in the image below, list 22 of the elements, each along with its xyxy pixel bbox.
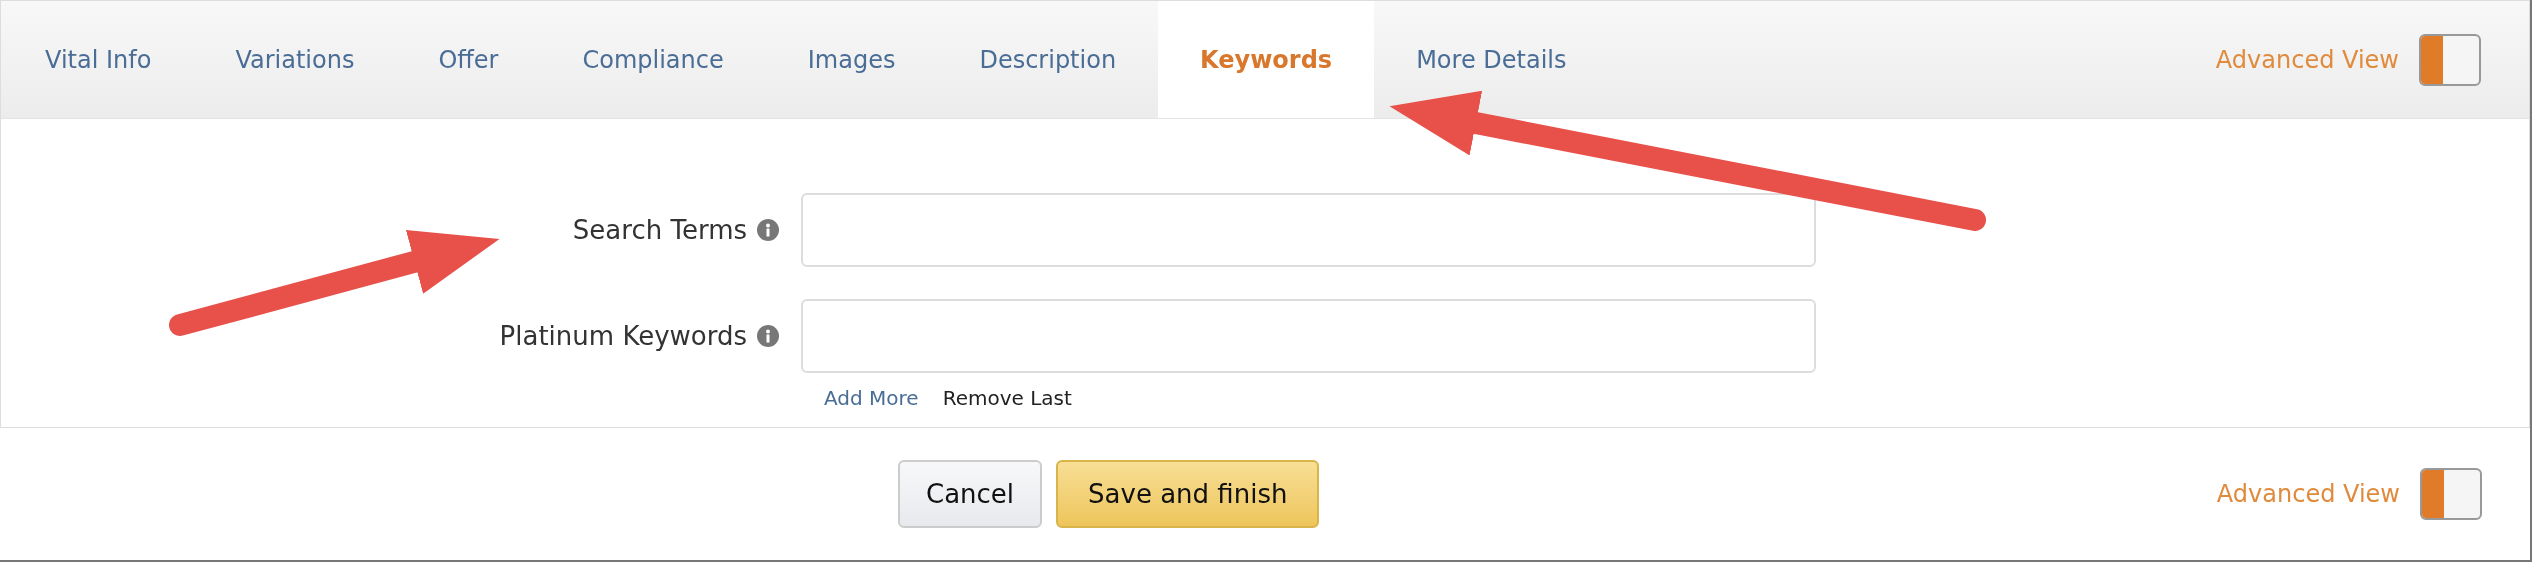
info-icon[interactable] — [757, 325, 779, 347]
save-button[interactable]: Save and finish — [1056, 460, 1320, 528]
field-label: Platinum Keywords — [499, 319, 747, 353]
tab[interactable]: Compliance — [540, 39, 766, 80]
cancel-button[interactable]: Cancel — [898, 460, 1043, 528]
advanced-view-label: Advanced View — [2216, 479, 2400, 510]
tab[interactable]: Variations — [193, 39, 397, 80]
tab[interactable]: Description — [937, 39, 1159, 80]
tab[interactable]: Keywords — [1158, 1, 1375, 118]
add-link[interactable]: Add More — [824, 383, 919, 413]
input-field[interactable] — [801, 299, 1816, 373]
toggle-switch[interactable] — [2420, 468, 2482, 520]
tab[interactable]: Images — [765, 39, 938, 80]
info-icon[interactable] — [757, 219, 779, 241]
tab[interactable]: More Details — [1374, 39, 1609, 80]
tab[interactable]: Vital Info — [3, 39, 194, 80]
field-label: Search Terms — [572, 213, 747, 247]
advanced-view-label: Advanced View — [2215, 44, 2399, 76]
toggle-switch[interactable] — [2419, 33, 2481, 86]
remove-link[interactable]: Remove Last — [942, 383, 1072, 413]
input-field[interactable] — [801, 193, 1816, 267]
tab[interactable]: Offer — [396, 39, 541, 80]
